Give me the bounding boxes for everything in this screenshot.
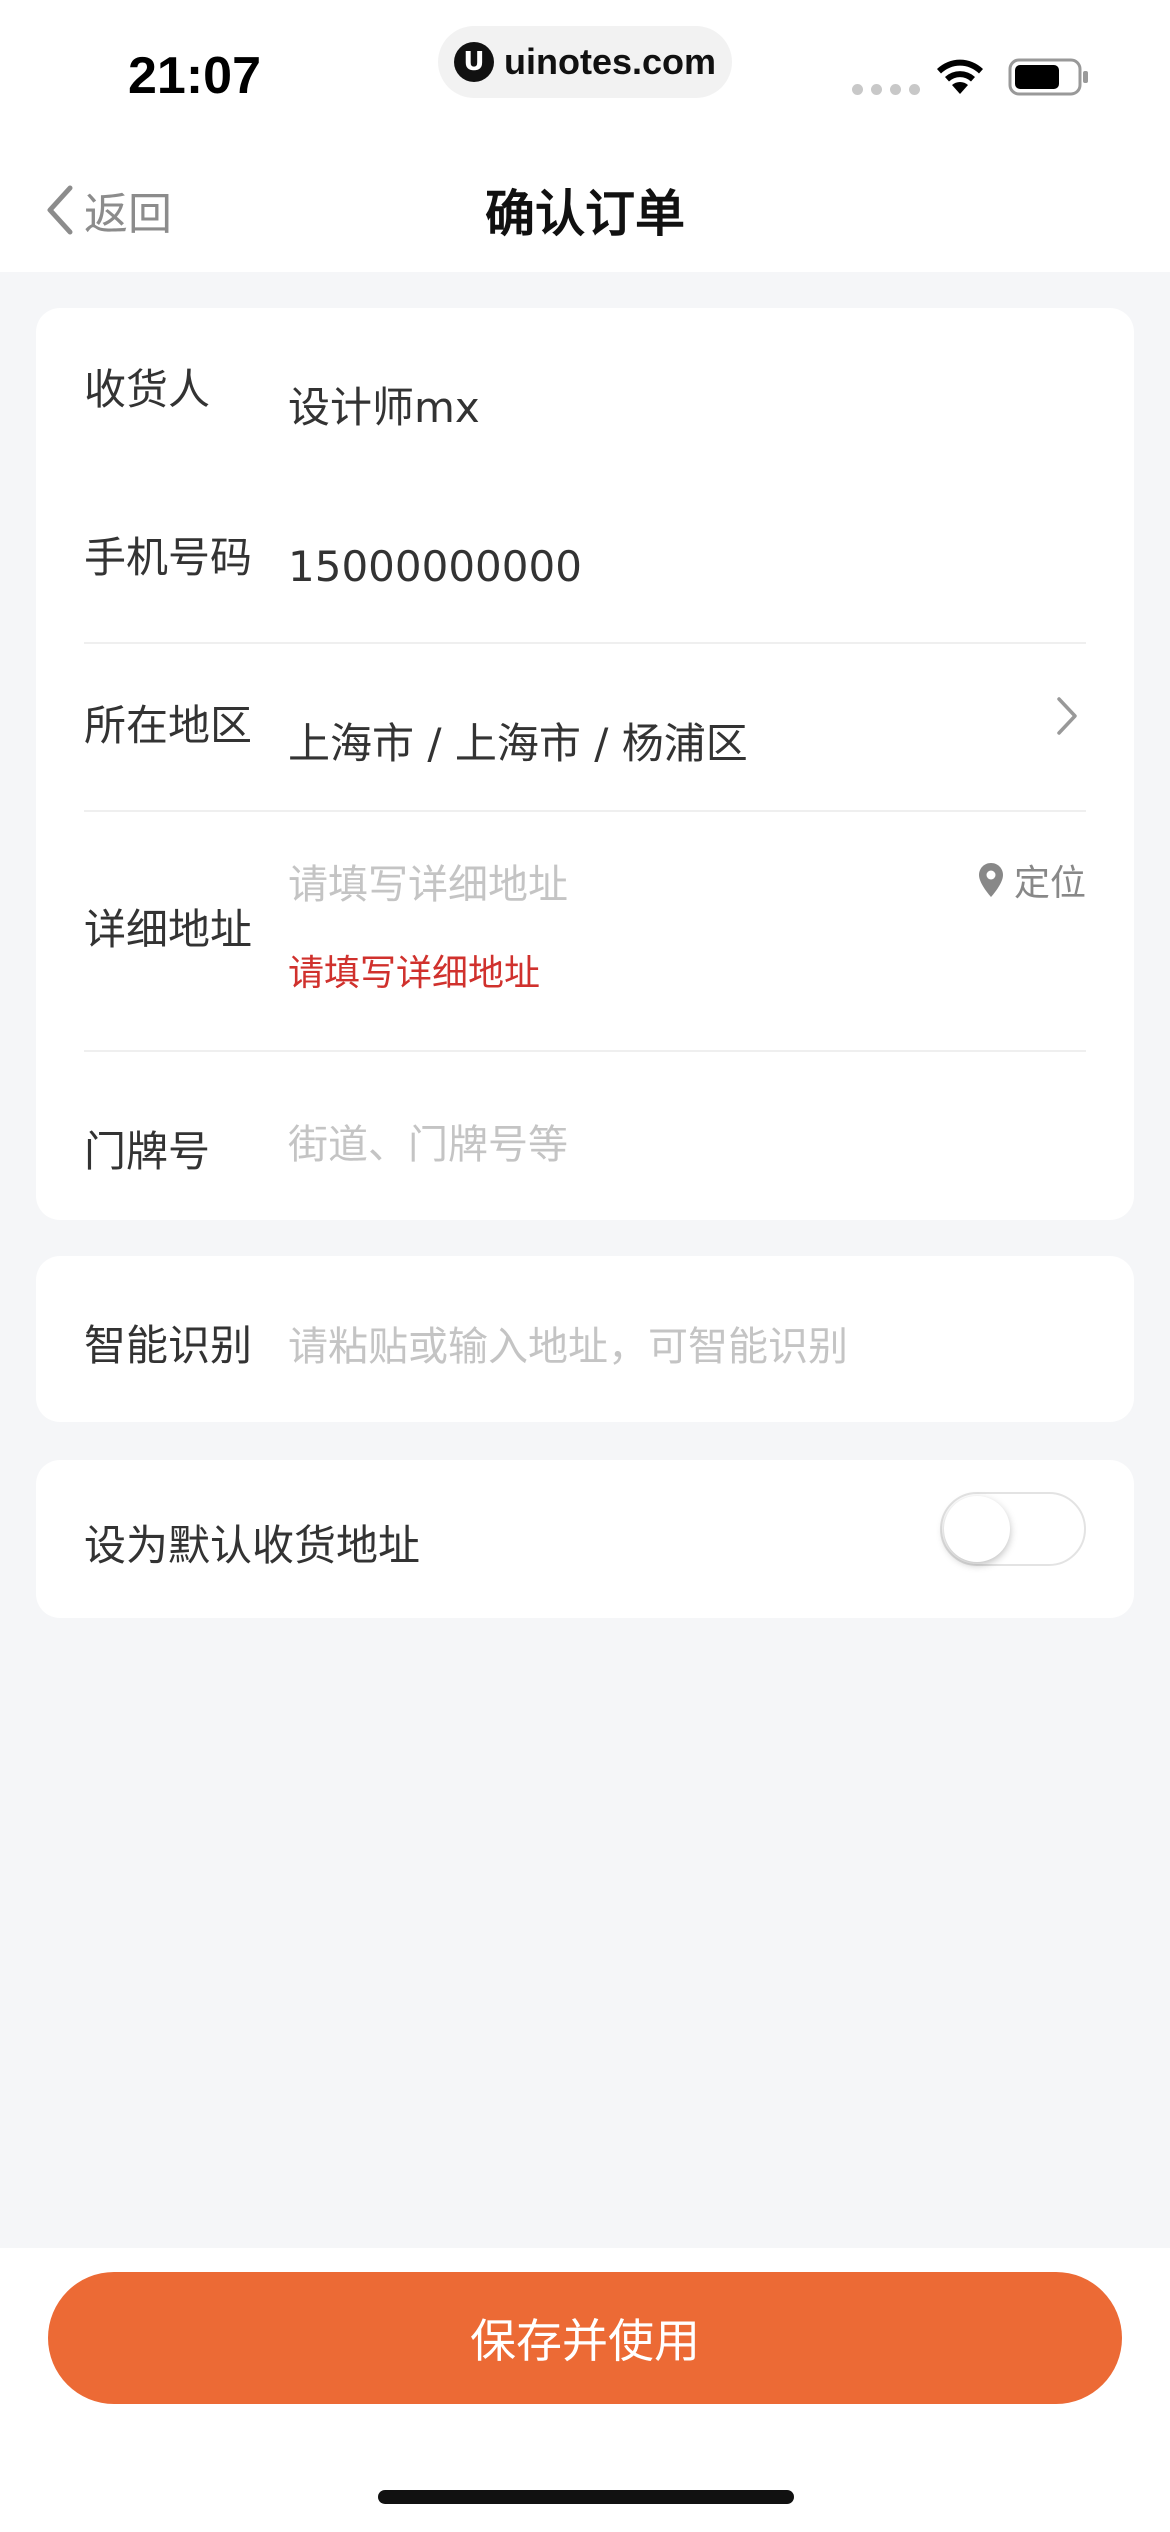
- wifi-icon: [937, 59, 983, 94]
- region-row[interactable]: 所在地区 上海市 / 上海市 / 杨浦区: [84, 692, 1086, 768]
- address-form-card: 收货人 设计师mx 手机号码 15000000000 所在地区 上海市 / 上海…: [36, 308, 1134, 1220]
- phone-input[interactable]: 15000000000: [288, 542, 582, 591]
- detail-address-error: 请填写详细地址: [288, 953, 541, 994]
- status-bar: 21:07 U uinotes.com: [0, 0, 1170, 130]
- site-logo-icon: U: [453, 42, 494, 82]
- recipient-input[interactable]: 设计师mx: [288, 374, 480, 435]
- phone-row[interactable]: 手机号码 15000000000: [84, 524, 1086, 594]
- locate-button[interactable]: 定位: [978, 854, 1086, 906]
- chevron-right-icon: [1057, 697, 1077, 735]
- nav-bar: 返回 确认订单: [0, 130, 1170, 272]
- recipient-label: 收货人: [84, 365, 211, 414]
- status-time: 21:07: [128, 47, 261, 105]
- house-number-input[interactable]: 街道、门牌号等: [288, 1112, 568, 1170]
- save-and-use-button[interactable]: 保存并使用: [48, 2272, 1122, 2404]
- home-indicator: [378, 2490, 794, 2504]
- house-number-label: 门牌号: [84, 1127, 211, 1176]
- recipient-row[interactable]: 收货人 设计师mx: [84, 356, 1086, 432]
- detail-address-input[interactable]: 请填写详细地址: [288, 852, 568, 910]
- toggle-knob: [944, 1496, 1010, 1562]
- smart-recognition-label: 智能识别: [84, 1321, 253, 1370]
- smart-recognition-row[interactable]: 智能识别 请粘贴或输入地址，可智能识别: [84, 1312, 1086, 1372]
- detail-address-row[interactable]: 详细地址 请填写详细地址 请填写详细地址 定位: [84, 848, 1086, 1048]
- region-value: 上海市 / 上海市 / 杨浦区: [288, 719, 748, 768]
- url-pill[interactable]: U uinotes.com: [438, 26, 732, 98]
- default-address-toggle[interactable]: [940, 1492, 1086, 1566]
- phone-label: 手机号码: [84, 533, 253, 582]
- locate-label: 定位: [1013, 863, 1086, 904]
- detail-address-label: 详细地址: [84, 905, 253, 954]
- divider: [84, 642, 1086, 644]
- smart-recognition-input[interactable]: 请粘贴或输入地址，可智能识别: [288, 1314, 848, 1372]
- page-title: 确认订单: [485, 185, 685, 243]
- location-pin-icon: [978, 863, 1003, 897]
- signal-icon: [852, 84, 920, 95]
- smart-recognition-card: 智能识别 请粘贴或输入地址，可智能识别: [36, 1256, 1134, 1422]
- default-address-card: 设为默认收货地址: [36, 1460, 1134, 1618]
- divider: [84, 810, 1086, 812]
- house-number-row[interactable]: 门牌号 街道、门牌号等: [84, 1102, 1086, 1176]
- divider: [84, 1050, 1086, 1052]
- url-text: uinotes.com: [503, 41, 717, 82]
- bottom-action-bar: 保存并使用: [0, 2248, 1170, 2532]
- battery-icon: [1008, 58, 1088, 96]
- default-address-label: 设为默认收货地址: [84, 1521, 421, 1570]
- region-label: 所在地区: [84, 701, 253, 750]
